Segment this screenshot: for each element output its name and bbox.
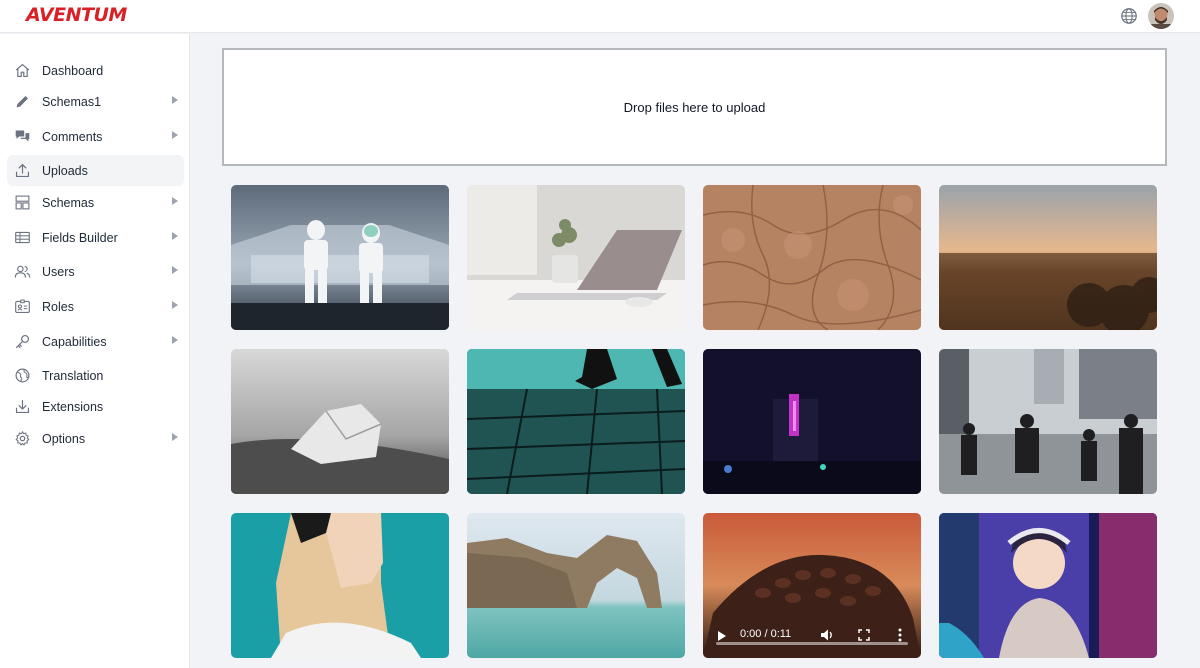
submenu-arrow-icon [172, 232, 178, 240]
sidebar-item-uploads[interactable]: Uploads [7, 155, 184, 186]
play-icon[interactable] [717, 630, 727, 642]
submenu-arrow-icon [172, 336, 178, 344]
pencil-icon [16, 95, 29, 108]
comments-icon [15, 130, 30, 142]
globe-icon[interactable] [1120, 7, 1138, 25]
street-crossing-image[interactable] [939, 349, 1157, 494]
ice-beach-image[interactable] [231, 349, 449, 494]
layout-icon [15, 195, 30, 210]
sidebar-item-label: Translation [42, 368, 104, 383]
laptop-desk-image[interactable] [467, 185, 685, 330]
coffee-beans-video[interactable]: 0:00 / 0:11 [703, 513, 921, 658]
sidebar-item-label: Options [42, 431, 86, 446]
logo-text: AVENTUM [26, 4, 127, 26]
submenu-arrow-icon [172, 131, 178, 139]
sidebar-item-label: Capabilities [42, 334, 107, 349]
sidebar-item-options[interactable]: Options [7, 423, 184, 454]
table-icon [15, 231, 30, 244]
upload-icon [15, 163, 30, 178]
home-icon [15, 63, 30, 78]
sidebar-item-schemas[interactable]: Schemas [7, 187, 184, 218]
blonde-portrait-image[interactable] [231, 513, 449, 658]
sidebar-item-label: Schemas1 [42, 94, 102, 109]
download-icon [15, 399, 30, 414]
rock-arch-image[interactable] [467, 513, 685, 658]
sidebar-item-capabilities[interactable]: Capabilities [7, 326, 184, 357]
sidebar-item-dashboard[interactable]: Dashboard [7, 55, 184, 86]
sidebar-item-comments[interactable]: Comments [7, 121, 184, 152]
gear-icon [15, 431, 30, 446]
sidebar-item-schemas1[interactable]: Schemas1 [7, 86, 184, 117]
teal-walker-image[interactable] [467, 349, 685, 494]
submenu-arrow-icon [172, 197, 178, 205]
volume-icon[interactable] [820, 628, 834, 642]
cracked-earth-image[interactable] [703, 185, 921, 330]
video-progress-bar[interactable] [716, 642, 908, 645]
neon-portrait-image[interactable] [939, 513, 1157, 658]
submenu-arrow-icon [172, 96, 178, 104]
neon-night-image[interactable] [703, 349, 921, 494]
sidebar-item-fields-builder[interactable]: Fields Builder [7, 222, 184, 253]
sidebar-item-label: Extensions [42, 399, 104, 414]
user-avatar[interactable] [1148, 3, 1174, 29]
submenu-arrow-icon [172, 433, 178, 441]
video-time: 0:00 / 0:11 [740, 628, 792, 640]
submenu-arrow-icon [172, 301, 178, 309]
sidebar-item-label: Schemas [42, 195, 95, 210]
city-sunset-image[interactable] [939, 185, 1157, 330]
sidebar: Dashboard Schemas1 Comments Uploads Sche… [0, 34, 190, 668]
sidebar-item-label: Users [42, 264, 75, 279]
sidebar-item-roles[interactable]: Roles [7, 291, 184, 322]
stormtroopers-image[interactable] [231, 185, 449, 330]
key-icon [15, 334, 30, 349]
aventum-logo[interactable]: AVENTUM [26, 4, 127, 28]
upload-dropzone[interactable]: Drop files here to upload [222, 48, 1167, 166]
sidebar-item-users[interactable]: Users [7, 256, 184, 287]
id-card-icon [15, 299, 30, 314]
top-bar: AVENTUM [0, 0, 1200, 33]
globe-icon [15, 368, 30, 383]
dropzone-text: Drop files here to upload [623, 99, 766, 115]
sidebar-item-label: Dashboard [42, 63, 104, 78]
users-icon [14, 265, 31, 278]
sidebar-item-extensions[interactable]: Extensions [7, 391, 184, 422]
video-controls: 0:00 / 0:11 [703, 618, 921, 658]
sidebar-item-label: Fields Builder [42, 230, 118, 245]
sidebar-item-label: Comments [42, 129, 103, 144]
submenu-arrow-icon [172, 266, 178, 274]
fullscreen-icon[interactable] [858, 629, 870, 641]
sidebar-item-translation[interactable]: Translation [7, 360, 184, 391]
sidebar-item-label: Roles [42, 299, 74, 314]
sidebar-item-label: Uploads [42, 163, 88, 178]
more-options-icon[interactable] [898, 628, 902, 642]
